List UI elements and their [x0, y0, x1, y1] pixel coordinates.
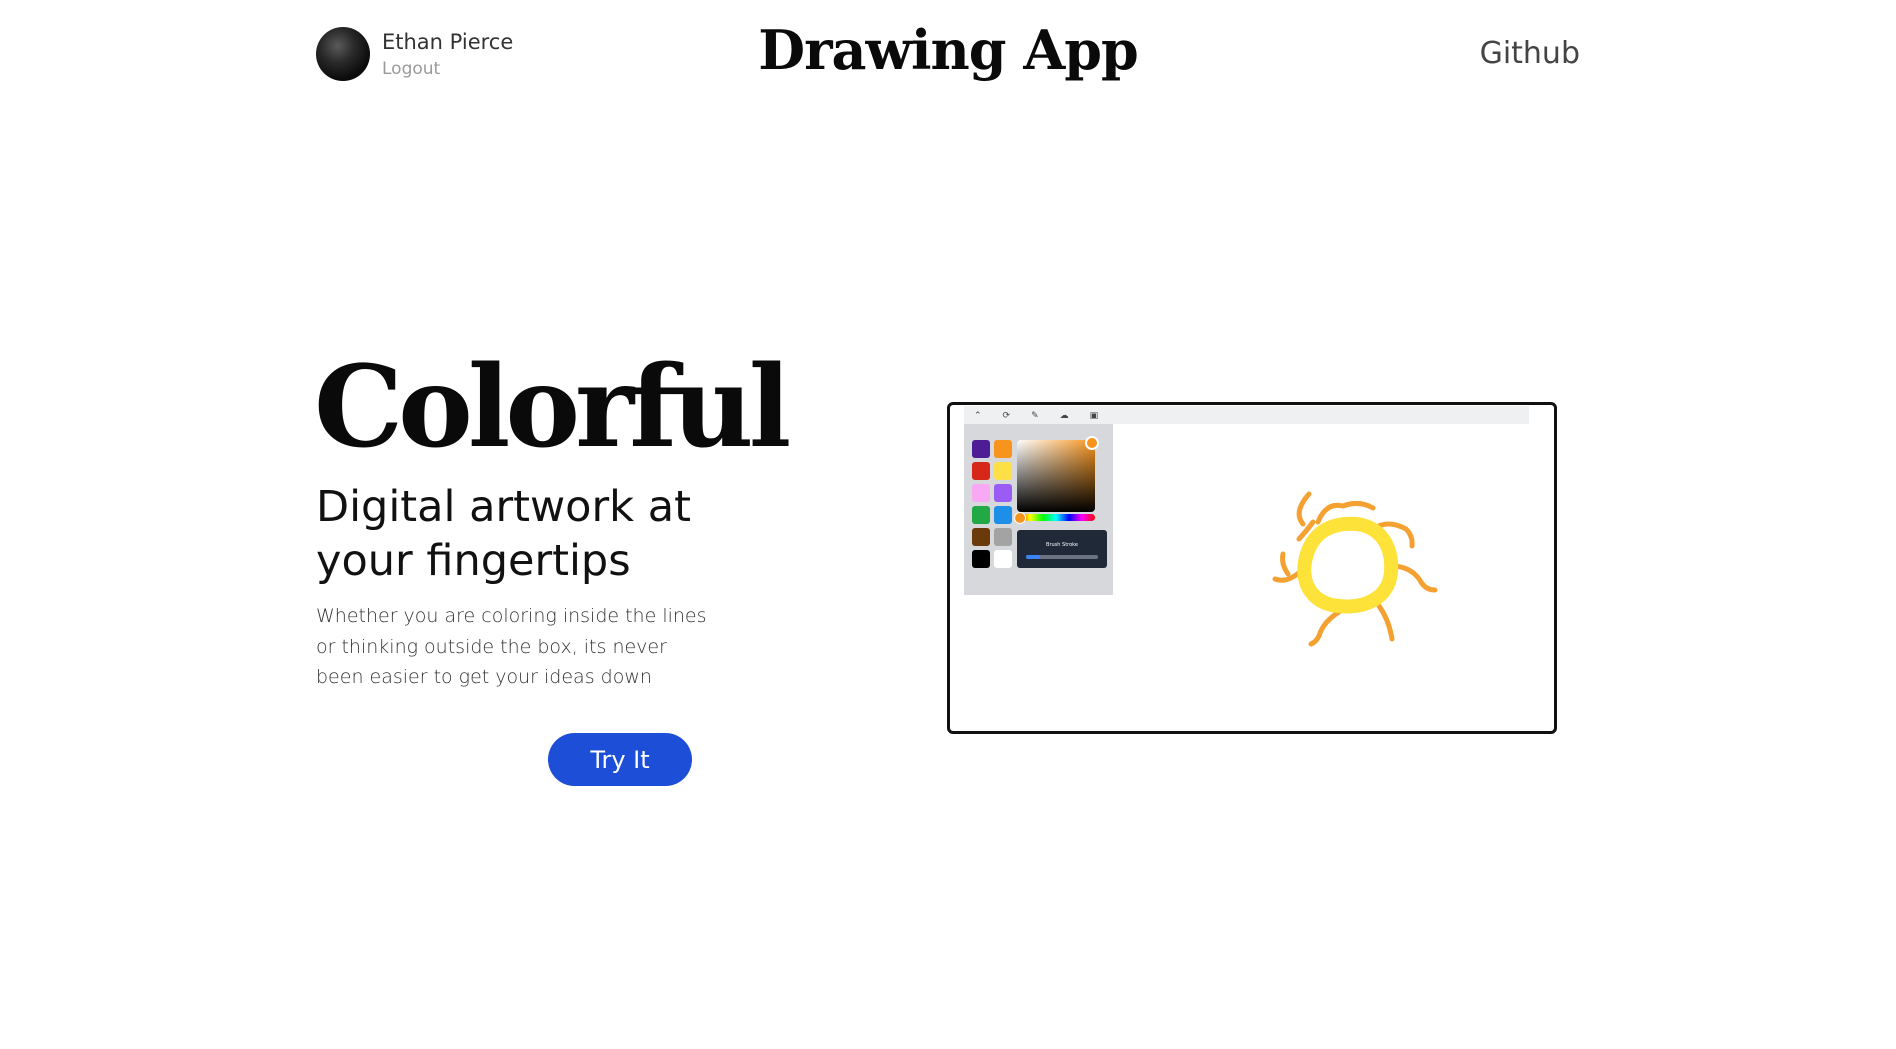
color-swatch: [972, 462, 990, 480]
app-title: Drawing App: [758, 18, 1139, 82]
color-swatch: [972, 506, 990, 524]
sun-ray: [1308, 609, 1342, 647]
sun-ray: [1376, 603, 1395, 642]
preview-color-panel: Brush Stroke: [964, 424, 1113, 595]
app-preview: ⌃ ⟳ ✎ ☁ ▣ Brush Stroke: [947, 402, 1557, 734]
sun-ray: [1403, 526, 1415, 549]
color-swatch: [994, 484, 1012, 502]
save-icon: ▣: [1089, 409, 1099, 420]
color-picker-knob: [1085, 436, 1099, 450]
sun-drawing: [1272, 491, 1438, 647]
sun-ray: [1296, 491, 1312, 527]
hue-slider: [1014, 512, 1095, 524]
color-swatch: [972, 550, 990, 568]
color-swatch: [994, 440, 1012, 458]
preview-toolbar: ⌃ ⟳ ✎ ☁ ▣: [964, 406, 1529, 424]
brush-stroke-control: Brush Stroke: [1017, 530, 1107, 568]
color-picker-gradient: [1017, 436, 1099, 512]
brush-size-slider: [1026, 555, 1098, 559]
color-swatch: [994, 462, 1012, 480]
color-swatch: [972, 528, 990, 546]
brush-stroke-label: Brush Stroke: [1046, 542, 1078, 548]
pencil-icon: ✎: [1031, 409, 1039, 420]
hero-description: Whether you are coloring inside the line…: [316, 605, 707, 688]
brush-size-fill: [1026, 555, 1041, 559]
cloud-icon: ☁: [1059, 409, 1069, 420]
sun-ray: [1392, 563, 1438, 593]
color-swatch: [972, 440, 990, 458]
refresh-icon: ⟳: [1002, 409, 1011, 420]
color-swatch: [994, 528, 1012, 546]
try-it-button[interactable]: Try It: [548, 733, 692, 786]
color-swatch: [972, 484, 990, 502]
hue-slider-knob: [1014, 512, 1026, 524]
color-swatches: [972, 440, 1012, 568]
hero-subtitle: Digital artwork at your fingertips: [316, 482, 691, 586]
github-link[interactable]: Github: [1480, 36, 1580, 71]
color-swatch: [994, 506, 1012, 524]
sun-ray: [1280, 551, 1291, 577]
chevron-up-icon: ⌃: [974, 409, 982, 420]
sun-ray: [1340, 500, 1376, 511]
color-swatch: [994, 550, 1012, 568]
sun-core: [1297, 516, 1399, 614]
hero-title: Colorful: [314, 342, 791, 473]
